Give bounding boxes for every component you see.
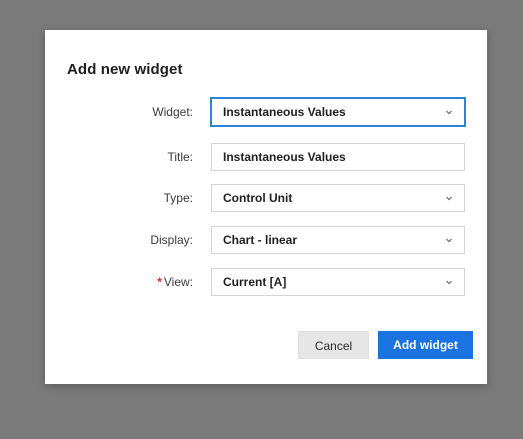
widget-select-value: Instantaneous Values [223, 105, 346, 119]
add-widget-button[interactable]: Add widget [378, 331, 473, 359]
view-label-text: View: [163, 275, 193, 289]
widget-label: Widget: [152, 105, 193, 119]
title-row: Title: Instantaneous Values [45, 143, 487, 171]
view-select[interactable]: Current [A] [211, 268, 465, 296]
title-input-value: Instantaneous Values [223, 150, 346, 164]
display-label: Display: [150, 233, 193, 247]
add-widget-dialog: Add new widget Widget: Instantaneous Val… [45, 30, 487, 384]
view-label: * View: [157, 268, 193, 296]
view-select-value: Current [A] [223, 275, 287, 289]
dialog-title: Add new widget [67, 61, 183, 78]
type-row: Type: Control Unit [45, 184, 487, 212]
display-select[interactable]: Chart - linear [211, 226, 465, 254]
widget-select[interactable]: Instantaneous Values [211, 98, 465, 126]
title-label: Title: [167, 150, 193, 164]
type-select-value: Control Unit [223, 191, 293, 205]
chevron-down-icon [446, 110, 452, 115]
widget-row: Widget: Instantaneous Values [45, 98, 487, 126]
view-row: * View: Current [A] [45, 268, 487, 296]
display-select-value: Chart - linear [223, 233, 298, 247]
chevron-down-icon [446, 238, 452, 243]
display-row: Display: Chart - linear [45, 226, 487, 254]
chevron-down-icon [446, 196, 452, 201]
title-input[interactable]: Instantaneous Values [211, 143, 465, 171]
cancel-button[interactable]: Cancel [298, 331, 369, 359]
chevron-down-icon [446, 280, 452, 285]
required-marker: * [157, 275, 162, 289]
type-label: Type: [163, 191, 193, 205]
type-select[interactable]: Control Unit [211, 184, 465, 212]
